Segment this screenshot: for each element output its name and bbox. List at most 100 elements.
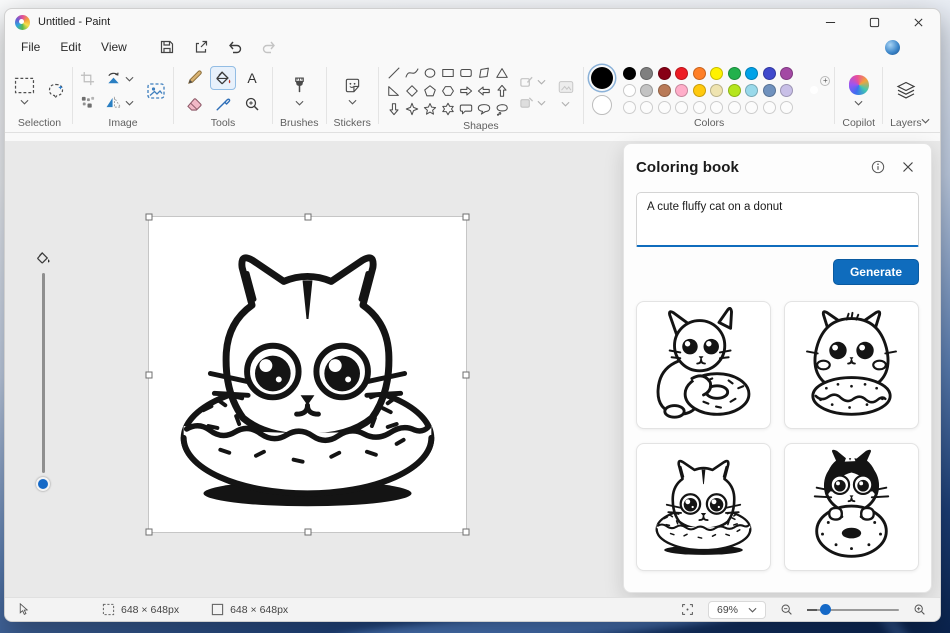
selection-handle-ne[interactable] — [462, 213, 470, 221]
maximize-button[interactable] — [852, 9, 896, 35]
shape-speech-bubble-rounded[interactable] — [458, 100, 475, 117]
share-icon[interactable] — [193, 39, 209, 55]
thumbnail-tuxedo-cat-on-donut[interactable] — [784, 443, 919, 571]
shape-heart[interactable] — [386, 118, 403, 120]
palette-swatch[interactable] — [675, 84, 689, 97]
info-icon[interactable] — [867, 156, 889, 178]
selection-handle-sw[interactable] — [145, 528, 153, 536]
palette-swatch[interactable] — [692, 84, 706, 97]
zoom-level-dropdown[interactable]: 69% — [707, 600, 766, 619]
account-avatar[interactable] — [885, 39, 900, 55]
palette-swatch[interactable] — [780, 67, 794, 80]
selection-handle-n[interactable] — [304, 213, 311, 221]
palette-swatch[interactable] — [640, 67, 654, 80]
layers-button[interactable] — [896, 81, 916, 100]
close-button[interactable] — [896, 9, 940, 35]
thumbnail-cat-head-in-donut[interactable] — [636, 443, 771, 571]
palette-swatch[interactable] — [727, 84, 741, 97]
palette-swatch[interactable] — [745, 67, 759, 80]
selection-handle-nw[interactable] — [145, 213, 153, 221]
thumbnail-round-cat-on-donut[interactable] — [784, 301, 919, 429]
palette-swatch-empty[interactable] — [657, 101, 671, 114]
shape-speech-bubble-oval[interactable] — [476, 100, 493, 117]
selection-handle-w[interactable] — [145, 371, 153, 378]
save-icon[interactable] — [159, 39, 175, 55]
redo-icon[interactable] — [261, 39, 277, 55]
stickers-button[interactable] — [344, 77, 361, 105]
menu-edit[interactable]: Edit — [50, 38, 91, 56]
brushes-button[interactable] — [292, 76, 307, 106]
color2-swatch[interactable] — [591, 94, 612, 115]
palette-swatch[interactable] — [745, 84, 759, 97]
shape-lightning[interactable] — [404, 118, 421, 120]
palette-swatch[interactable] — [622, 84, 636, 97]
selection-handle-e[interactable] — [462, 371, 470, 378]
generate-button[interactable]: Generate — [832, 259, 919, 285]
drawing-canvas[interactable] — [145, 213, 470, 536]
shape-line[interactable] — [386, 64, 403, 81]
shape-five-point-star[interactable] — [422, 100, 439, 117]
fill-tool-selected[interactable] — [210, 65, 236, 90]
zoom-in-icon[interactable] — [913, 603, 926, 616]
prompt-input[interactable]: A cute fluffy cat on a donut — [636, 192, 919, 247]
shape-rectangle[interactable] — [440, 64, 457, 81]
palette-swatch-empty[interactable] — [745, 101, 759, 114]
palette-swatch[interactable] — [762, 84, 776, 97]
color-picker-tool[interactable] — [215, 96, 231, 112]
palette-swatch-empty[interactable] — [727, 101, 741, 114]
palette-swatch[interactable] — [780, 84, 794, 97]
palette-swatch[interactable] — [710, 67, 724, 80]
palette-swatch[interactable] — [692, 67, 706, 80]
zoom-out-icon[interactable] — [780, 603, 793, 616]
freeform-select-button[interactable] — [47, 82, 65, 100]
shape-triangle[interactable] — [494, 64, 511, 81]
palette-swatch-empty[interactable] — [780, 101, 794, 114]
crop-icon[interactable] — [80, 71, 95, 86]
flip-button[interactable] — [105, 96, 134, 109]
palette-swatch-empty[interactable] — [640, 101, 654, 114]
palette-swatch[interactable] — [675, 67, 689, 80]
resize-icon[interactable] — [80, 95, 95, 110]
palette-swatch-empty[interactable] — [675, 101, 689, 114]
pencil-tool[interactable] — [186, 69, 203, 86]
zoom-slider-thumb[interactable] — [820, 604, 831, 615]
menu-view[interactable]: View — [91, 38, 137, 56]
slider-thumb[interactable] — [36, 477, 50, 491]
copilot-button[interactable] — [848, 75, 869, 106]
shape-oval[interactable] — [422, 64, 439, 81]
palette-swatch-empty[interactable] — [710, 101, 724, 114]
shape-arrow-up[interactable] — [494, 82, 511, 99]
text-tool[interactable]: A — [247, 70, 256, 86]
rectangle-select-button[interactable] — [14, 77, 35, 105]
shape-hexagon[interactable] — [440, 82, 457, 99]
tool-size-slider[interactable] — [29, 251, 57, 491]
shape-arrow-down[interactable] — [386, 100, 403, 117]
palette-swatch-empty[interactable] — [692, 101, 706, 114]
panel-close-icon[interactable] — [897, 156, 919, 178]
shape-arrow-right[interactable] — [458, 82, 475, 99]
slider-track[interactable] — [41, 273, 45, 473]
minimize-button[interactable] — [808, 9, 852, 35]
color1-swatch[interactable] — [590, 66, 613, 89]
palette-swatch[interactable] — [727, 67, 741, 80]
selection-handle-s[interactable] — [304, 528, 311, 536]
palette-swatch[interactable] — [657, 84, 671, 97]
remove-background-icon[interactable] — [146, 81, 166, 101]
magnifier-tool[interactable] — [244, 96, 260, 112]
rotate-button[interactable] — [105, 71, 134, 86]
undo-icon[interactable] — [227, 39, 243, 55]
shape-pentagon[interactable] — [422, 82, 439, 99]
shape-thought-bubble[interactable] — [494, 100, 511, 117]
collapse-ribbon-chevron[interactable] — [921, 118, 930, 124]
palette-swatch[interactable] — [622, 67, 636, 80]
palette-swatch[interactable] — [640, 84, 654, 97]
shape-rounded-rectangle[interactable] — [458, 64, 475, 81]
selection-handle-se[interactable] — [462, 528, 470, 536]
shape-arrow-left[interactable] — [476, 82, 493, 99]
palette-swatch[interactable] — [657, 67, 671, 80]
edit-colors-button[interactable]: + — [803, 75, 831, 103]
thumbnail-cat-hugging-donut[interactable] — [636, 301, 771, 429]
palette-swatch-empty[interactable] — [762, 101, 776, 114]
shape-polygon[interactable] — [476, 64, 493, 81]
palette-swatch[interactable] — [710, 84, 724, 97]
